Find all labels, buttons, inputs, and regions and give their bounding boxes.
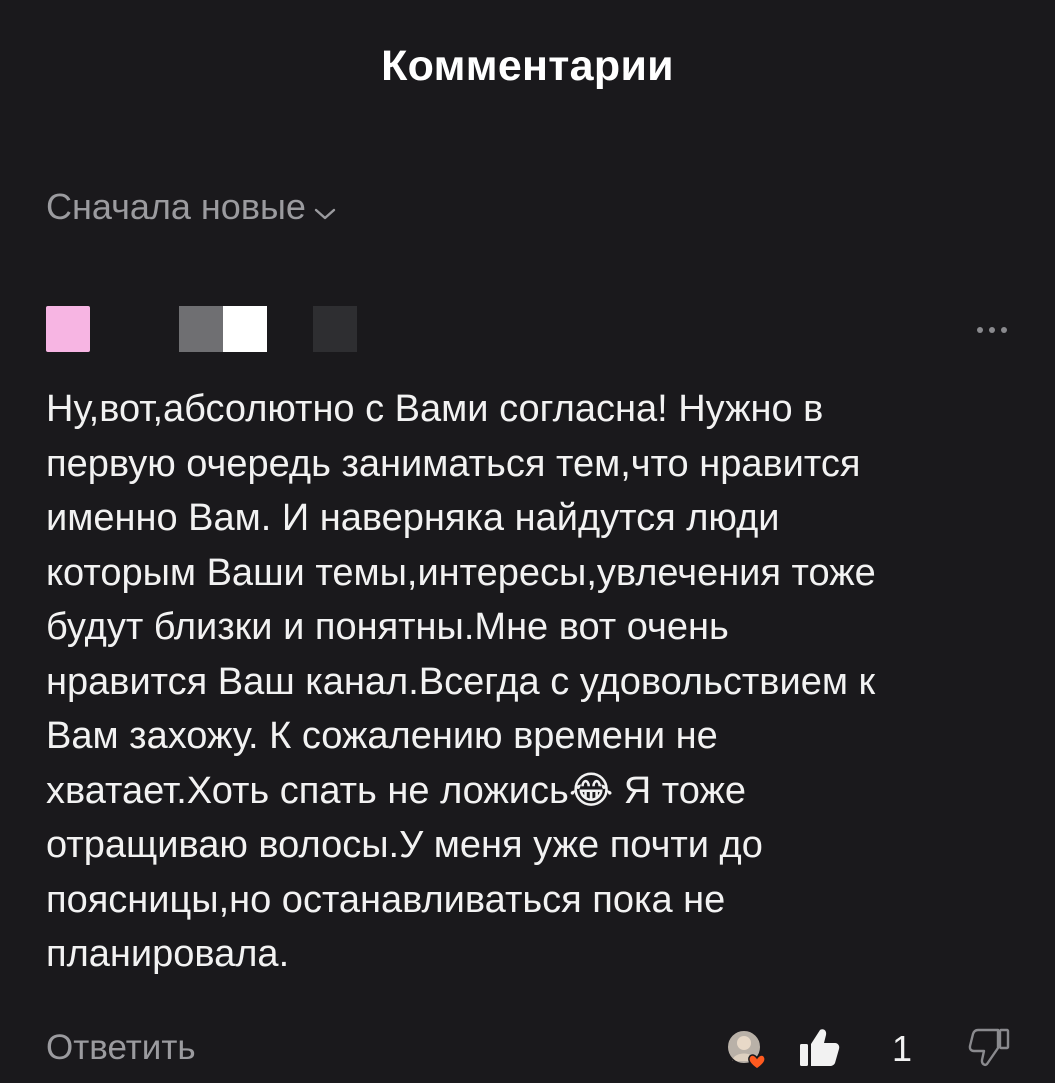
page-title: Комментарии xyxy=(381,42,674,90)
like-count: 1 xyxy=(892,1028,913,1069)
comment-date-redacted xyxy=(313,306,357,352)
avatar[interactable] xyxy=(46,306,90,352)
author-heart-icon xyxy=(724,1027,768,1071)
more-dots-icon[interactable] xyxy=(972,310,1012,340)
sort-dropdown[interactable]: Сначала новые xyxy=(46,184,336,230)
redacted-block xyxy=(179,306,223,352)
sort-label: Сначала новые xyxy=(46,186,306,227)
thumbs-up-icon[interactable] xyxy=(796,1026,842,1070)
reply-button[interactable]: Ответить xyxy=(46,1028,196,1068)
comment-actions: Ответить 1 xyxy=(46,1024,1012,1074)
author-name-redacted[interactable] xyxy=(179,306,267,352)
thumbs-down-icon[interactable] xyxy=(968,1026,1012,1070)
chevron-down-icon xyxy=(314,188,336,230)
comment-header xyxy=(46,306,1012,352)
redacted-block xyxy=(223,306,267,352)
comment-text: Ну,вот,абсолютно с Вами согласна! Нужно … xyxy=(46,388,876,975)
